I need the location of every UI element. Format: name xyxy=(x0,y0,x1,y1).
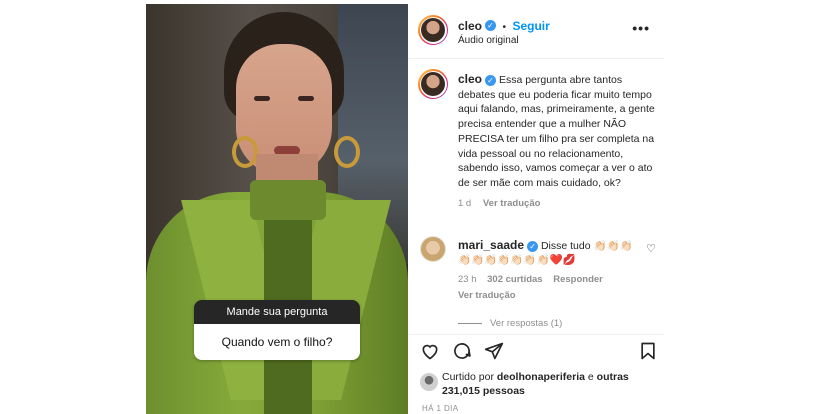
question-sticker-text: Quando vem o filho? xyxy=(194,324,360,360)
caption-translate-link[interactable]: Ver tradução xyxy=(483,198,541,209)
post-timestamp[interactable]: HÁ 1 DIA xyxy=(422,404,459,413)
comment-username[interactable]: mari_saade xyxy=(458,238,524,252)
bookmark-icon[interactable] xyxy=(638,341,658,361)
person-eye xyxy=(298,96,314,101)
comment-avatar[interactable] xyxy=(420,236,446,262)
comment-like-heart-icon[interactable]: ♡ xyxy=(646,242,656,255)
heart-icon[interactable] xyxy=(420,341,440,361)
caption-text: Essa pergunta abre tantos debates que eu… xyxy=(458,74,655,189)
caption-time[interactable]: 1 d xyxy=(458,198,471,209)
question-sticker: Mande sua pergunta Quando vem o filho? xyxy=(194,300,360,360)
header-username[interactable]: cleo xyxy=(458,19,482,33)
action-bar xyxy=(408,334,664,365)
caption-text-block: cleo ✓ Essa pergunta abre tantos debates … xyxy=(458,72,658,211)
person-eye xyxy=(254,96,270,101)
reply-button[interactable]: Responder xyxy=(553,274,603,285)
share-icon[interactable] xyxy=(484,341,504,361)
post-media[interactable]: Mande sua pergunta Quando vem o filho? xyxy=(146,4,408,414)
comment-icon[interactable] xyxy=(452,341,472,361)
verified-icon: ✓ xyxy=(485,20,497,32)
separator-dot: • xyxy=(502,22,506,33)
liked-by-conj: e xyxy=(587,371,594,383)
more-icon[interactable]: ••• xyxy=(632,20,650,36)
comment-likes[interactable]: 302 curtidas xyxy=(487,274,542,285)
avatar[interactable] xyxy=(418,15,448,45)
choker xyxy=(250,180,326,220)
liked-by-prefix: Curtido por xyxy=(442,371,494,383)
post-header: cleo ✓ • Seguir Áudio original ••• xyxy=(408,4,664,59)
audio-link[interactable]: Áudio original xyxy=(458,35,519,46)
caption-username[interactable]: cleo xyxy=(458,72,482,86)
verified-icon: ✓ xyxy=(527,240,539,252)
liked-by-user[interactable]: deolhonaperiferia xyxy=(497,371,585,383)
follow-button[interactable]: Seguir xyxy=(512,19,549,33)
comment-translate-link[interactable]: Ver tradução xyxy=(458,289,644,303)
post-sidebar: cleo ✓ • Seguir Áudio original ••• cleo ✓ … xyxy=(408,4,664,414)
caption-avatar[interactable] xyxy=(418,69,448,99)
liker-avatar[interactable] xyxy=(420,373,438,391)
earring xyxy=(232,136,258,168)
comment-time[interactable]: 23 h xyxy=(458,274,477,285)
earring xyxy=(334,136,360,168)
view-replies-button[interactable]: Ver respostas (1) xyxy=(490,318,562,329)
verified-icon: ✓ xyxy=(485,74,497,86)
question-sticker-header: Mande sua pergunta xyxy=(194,300,360,324)
